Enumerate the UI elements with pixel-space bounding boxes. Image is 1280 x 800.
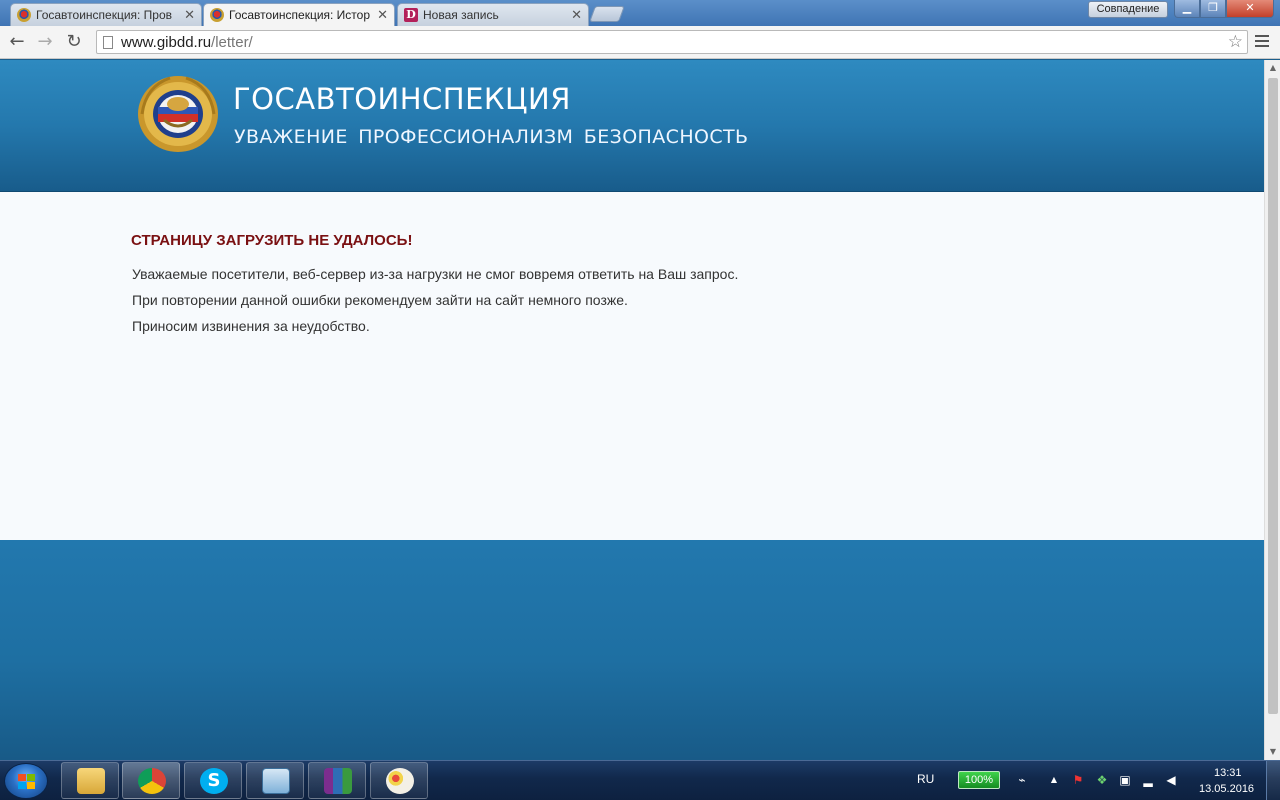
maximize-button[interactable]: ❐ <box>1200 0 1226 18</box>
remote-desktop-icon <box>262 768 290 794</box>
battery-indicator[interactable]: 100% <box>958 771 1000 789</box>
menu-icon[interactable] <box>1255 35 1269 47</box>
chrome-icon <box>138 768 166 794</box>
winrar-icon <box>324 768 352 794</box>
volume-icon[interactable]: ◀ <box>1164 773 1178 787</box>
taskbar-paint[interactable] <box>370 762 428 799</box>
tab-gibdd-history[interactable]: Госавтоинспекция: Истор ✕ <box>203 3 395 26</box>
show-desktop-button[interactable] <box>1266 761 1280 800</box>
language-indicator[interactable]: RU <box>917 772 934 786</box>
windows-taskbar: S RU 100% ⌁ ▲ ⚑ ❖ ▣ ▂ ◀ 13:31 13.05.2016 <box>0 760 1280 800</box>
scroll-up-icon[interactable]: ▲ <box>1265 60 1280 76</box>
browser-titlebar: Госавтоинспекция: Пров ✕ Госавтоинспекци… <box>0 0 1280 26</box>
gibdd-favicon-icon <box>17 8 31 22</box>
paint-icon <box>386 768 414 794</box>
profile-button[interactable]: Совпадение <box>1088 1 1168 18</box>
close-tab-icon[interactable]: ✕ <box>184 8 195 23</box>
taskbar-explorer[interactable] <box>61 762 119 799</box>
tab-gibdd-check[interactable]: Госавтоинспекция: Пров ✕ <box>10 3 202 26</box>
page-icon <box>103 36 113 49</box>
minimize-button[interactable]: ▁ <box>1174 0 1200 18</box>
tray-expand-icon[interactable]: ▲ <box>1047 773 1061 787</box>
url-text: www.gibdd.ru/letter/ <box>121 34 253 51</box>
page-viewport: ГОСАВТОИНСПЕКЦИЯ УВАЖЕНИЕ ПРОФЕССИОНАЛИЗ… <box>0 60 1264 760</box>
taskbar-skype[interactable]: S <box>184 762 242 799</box>
taskbar-remote-desktop[interactable] <box>246 762 304 799</box>
new-tab-button[interactable] <box>589 6 625 22</box>
back-arrow-icon[interactable]: ← <box>6 31 28 53</box>
usb-device-icon[interactable]: ▣ <box>1118 773 1132 787</box>
explorer-icon <box>77 768 105 794</box>
tab-label: Госавтоинспекция: Истор <box>229 8 371 22</box>
reload-icon[interactable]: ↻ <box>63 31 85 53</box>
tab-label: Госавтоинспекция: Пров <box>36 8 173 22</box>
gibdd-emblem-icon <box>138 76 218 152</box>
error-message-line: Приносим извинения за неудобство. <box>132 318 370 334</box>
browser-toolbar: ← → ↻ www.gibdd.ru/letter/ ☆ <box>0 26 1280 59</box>
error-message-line: При повторении данной ошибки рекомендуем… <box>132 292 628 308</box>
close-window-button[interactable]: ✕ <box>1226 0 1274 18</box>
clock-time[interactable]: 13:31 <box>1214 767 1242 779</box>
network-signal-icon[interactable]: ▂ <box>1141 773 1155 787</box>
error-message-line: Уважаемые посетители, веб-сервер из-за н… <box>132 266 739 282</box>
windows-logo-icon <box>18 774 36 790</box>
taskbar-winrar[interactable] <box>308 762 366 799</box>
forward-arrow-icon[interactable]: → <box>34 31 56 53</box>
site-motto: УВАЖЕНИЕ ПРОФЕССИОНАЛИЗМ БЕЗОПАСНОСТЬ <box>234 126 749 148</box>
start-button[interactable] <box>4 763 48 799</box>
site-title: ГОСАВТОИНСПЕКЦИЯ <box>233 82 571 116</box>
gibdd-favicon-icon <box>210 8 224 22</box>
scroll-down-icon[interactable]: ▼ <box>1265 744 1280 760</box>
action-center-flag-icon[interactable]: ⚑ <box>1071 773 1085 787</box>
taskbar-chrome[interactable] <box>122 762 180 799</box>
site-header: ГОСАВТОИНСПЕКЦИЯ УВАЖЕНИЕ ПРОФЕССИОНАЛИЗ… <box>0 60 1264 192</box>
tab-new-post[interactable]: D Новая запись ✕ <box>397 3 589 26</box>
error-content: СТРАНИЦУ ЗАГРУЗИТЬ НЕ УДАЛОСЬ! Уважаемые… <box>0 192 1264 540</box>
site-footer <box>0 540 1264 760</box>
bookmark-star-icon[interactable]: ☆ <box>1228 32 1243 52</box>
scroll-thumb[interactable] <box>1268 78 1278 714</box>
power-plug-icon[interactable]: ⌁ <box>1015 773 1029 787</box>
clock-date[interactable]: 13.05.2016 <box>1199 783 1254 795</box>
error-title: СТРАНИЦУ ЗАГРУЗИТЬ НЕ УДАЛОСЬ! <box>131 232 413 249</box>
close-tab-icon[interactable]: ✕ <box>571 8 582 23</box>
url-path: /letter/ <box>211 34 253 51</box>
tab-label: Новая запись <box>423 8 499 22</box>
page-scrollbar[interactable]: ▲ ▼ <box>1264 60 1280 760</box>
dropbox-icon[interactable]: ❖ <box>1095 773 1109 787</box>
address-bar[interactable]: www.gibdd.ru/letter/ ☆ <box>96 30 1248 54</box>
skype-icon: S <box>200 768 228 794</box>
url-domain: www.gibdd.ru <box>121 34 212 51</box>
d-favicon-icon: D <box>404 8 418 22</box>
close-tab-icon[interactable]: ✕ <box>377 8 388 23</box>
